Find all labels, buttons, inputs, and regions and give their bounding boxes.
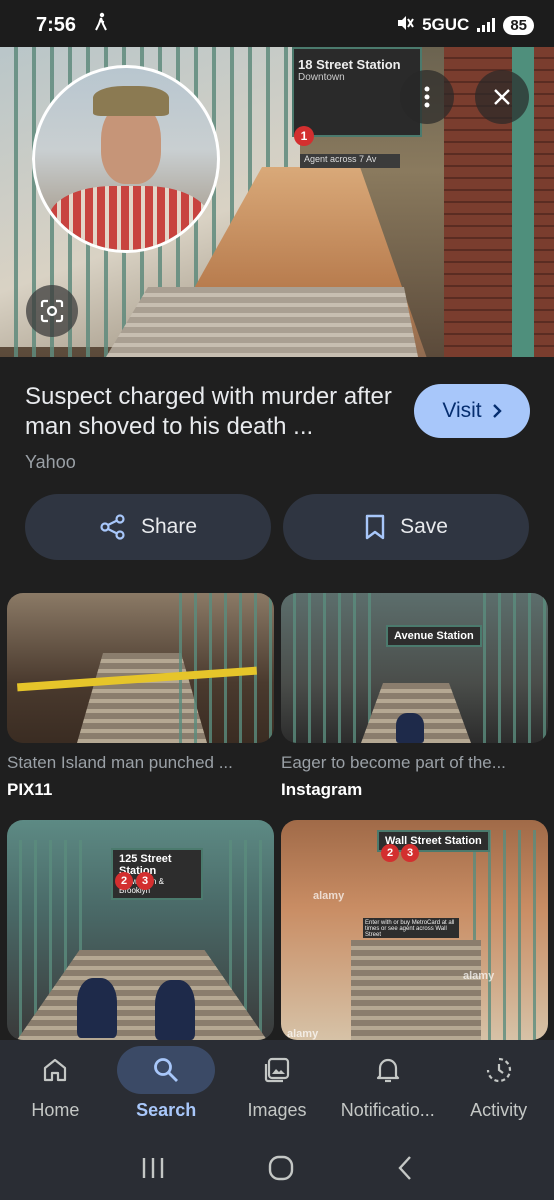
home-system-button[interactable] [267,1154,295,1187]
thumbnail-railing [167,593,274,743]
mute-icon [396,15,414,36]
related-result-card[interactable]: 125 Street Station Downtown & Brooklyn 2… [7,820,274,1040]
back-icon [398,1155,411,1180]
thumbnail-railing [281,593,378,743]
thumbnail-sign-title: 125 Street Station [119,853,172,877]
line-badge: 3 [401,844,419,862]
thumbnail-stairs [351,940,481,1040]
thumbnail-person [396,713,424,743]
save-label: Save [400,515,448,538]
thumbnail-person [77,978,117,1038]
related-thumbnail[interactable] [7,593,274,743]
bookmark-icon [365,514,385,540]
more-vert-icon [424,86,430,108]
nav-images-label: Images [247,1100,307,1120]
watermark: alamy [313,890,345,902]
status-bar: 7:56 5GUC 85 [0,0,554,50]
nav-home-label: Home [31,1100,80,1120]
visit-label: Visit [442,399,482,422]
battery-indicator: 85 [503,15,534,35]
line-badge: 2 [381,844,399,862]
walking-icon [94,12,108,38]
more-options-button[interactable] [400,70,454,124]
thumbnail-station-sign: Avenue Station [386,625,482,647]
watermark: alamy [287,1028,319,1040]
result-source: Yahoo [25,452,76,472]
portrait-hat [93,86,169,116]
images-icon [264,1057,290,1083]
nav-icon-container [228,1046,326,1094]
nav-icon-container [117,1046,216,1094]
signal-icon [477,18,496,32]
line-badge: 2 [115,872,133,890]
share-label: Share [140,515,198,538]
share-button[interactable]: Share [25,494,271,560]
bottom-navigation: Home Search Images Notificatio... Activi… [0,1040,554,1140]
close-button[interactable] [475,70,529,124]
line-badge: 1 [294,126,314,146]
agent-sign: Agent across 7 Av [300,154,400,168]
nav-notifications[interactable]: Notificatio... [333,1046,443,1121]
related-caption: Eager to become part of the... [281,753,506,772]
watermark: alamy [463,970,495,982]
person-portrait [32,65,220,253]
circle-home-icon [268,1155,294,1180]
thumbnail-person [155,980,195,1040]
result-title[interactable]: Suspect charged with murder after man sh… [25,382,405,442]
station-sign-title: 18 Street Station [298,57,401,72]
station-sign-sub: Downtown [298,72,345,83]
hero-steps [100,287,420,357]
related-thumbnail[interactable]: Avenue Station [281,593,548,743]
nav-icon-container [339,1046,437,1094]
related-result-card[interactable]: Wall Street Station 2 3 Enter with or bu… [281,820,548,1040]
nav-home[interactable]: Home [0,1046,110,1121]
save-button[interactable]: Save [283,494,529,560]
activity-icon [486,1057,511,1083]
chevron-right-icon [492,404,502,418]
nav-activity-label: Activity [470,1100,528,1120]
nav-search[interactable]: Search [111,1046,221,1121]
share-icon [100,514,125,540]
status-time: 7:56 [36,13,77,36]
lens-icon [40,299,64,323]
related-result-card[interactable]: Staten Island man punched ... PIX11 [7,593,274,800]
related-caption: Staten Island man punched ... [7,753,233,772]
nav-images[interactable]: Images [222,1046,332,1121]
system-navigation-bar [0,1140,554,1200]
related-thumbnail[interactable]: Wall Street Station 2 3 Enter with or bu… [281,820,548,1040]
related-source: PIX11 [7,780,53,799]
back-button[interactable] [396,1155,414,1186]
close-icon [494,89,510,105]
recent-apps-icon [143,1157,164,1178]
lens-button[interactable] [26,285,78,337]
related-result-card[interactable]: Avenue Station Eager to become part of t… [281,593,548,800]
nav-search-label: Search [136,1100,197,1120]
nav-activity[interactable]: Activity [444,1046,554,1121]
related-source: Instagram [281,780,363,799]
related-thumbnail[interactable]: 125 Street Station Downtown & Brooklyn 2… [7,820,274,1040]
nav-notifications-label: Notificatio... [340,1100,435,1120]
portrait-shirt [49,186,209,250]
visit-button[interactable]: Visit [414,384,530,438]
nav-icon-container [6,1046,104,1094]
network-label: 5GUC [422,15,470,34]
nav-icon-container [450,1046,548,1094]
line-badge: 3 [136,872,154,890]
metrocard-sign: Enter with or buy MetroCard at all times… [363,918,459,938]
search-icon [154,1058,179,1082]
bell-icon [376,1058,399,1083]
home-icon [44,1058,67,1082]
recent-apps-button[interactable] [140,1156,166,1185]
thumbnail-railing [471,593,548,743]
